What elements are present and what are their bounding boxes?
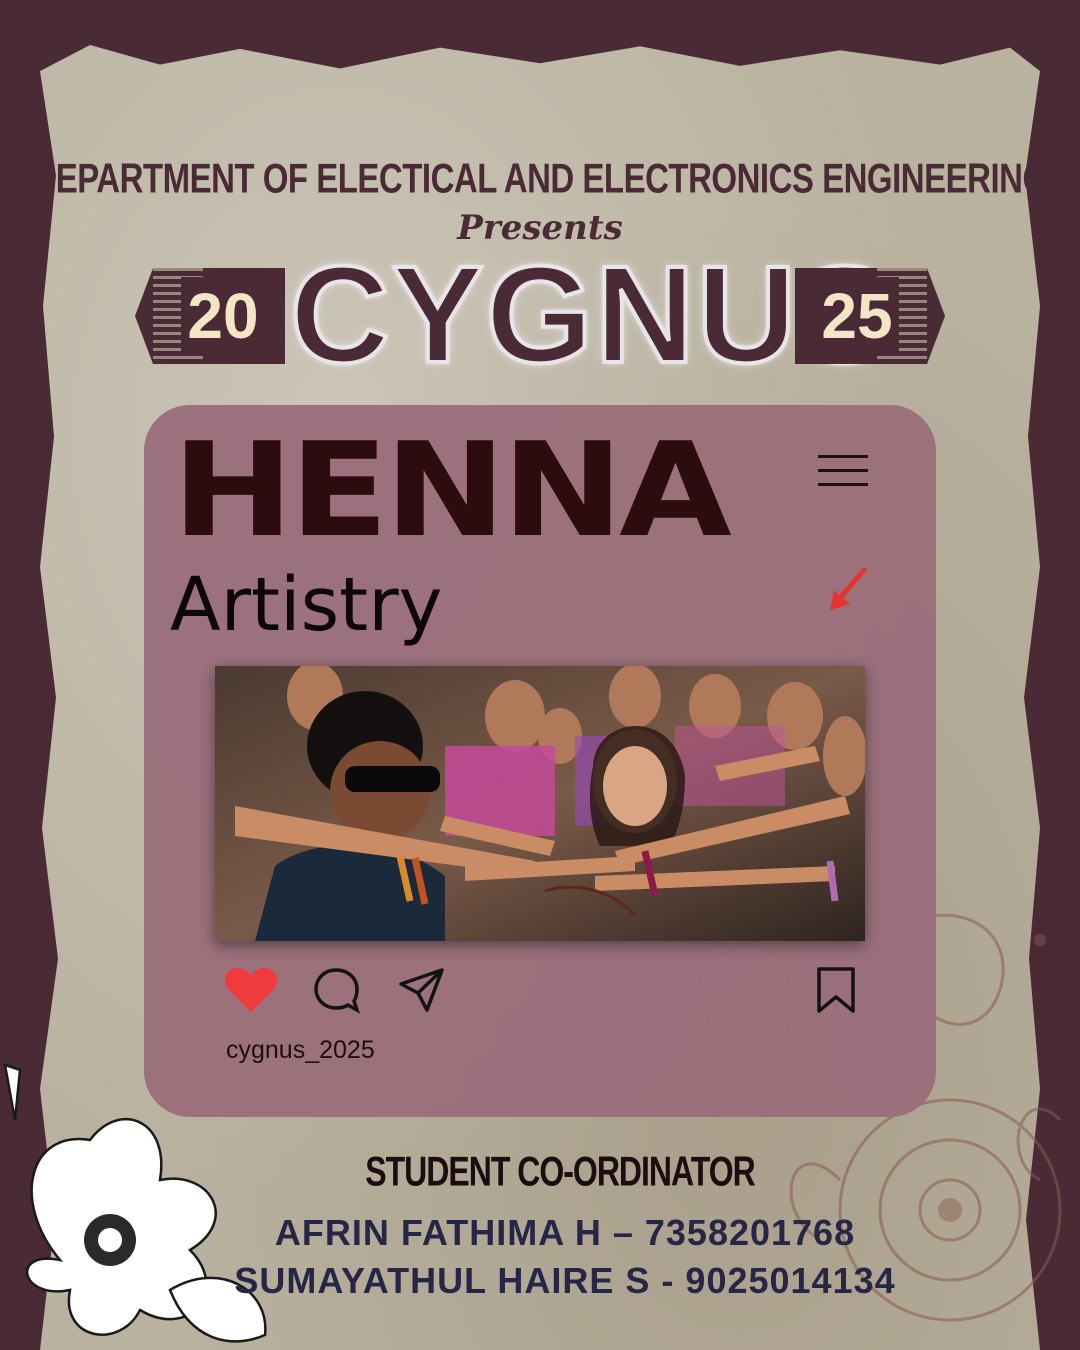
year-badge-right: 25 xyxy=(795,268,945,364)
year-left: 20 xyxy=(181,277,265,355)
post-subtitle: Artistry xyxy=(170,562,443,648)
post-photo xyxy=(215,666,865,941)
post-title: HENNA xyxy=(172,414,732,566)
menu-icon[interactable] xyxy=(818,455,868,486)
year-badge-left: 20 xyxy=(135,268,285,364)
coordinator-2: SUMAYATHUL HAIRE S - 9025014134 xyxy=(234,1260,896,1301)
share-icon[interactable] xyxy=(398,966,446,1014)
coordinator-1: AFRIN FATHIMA H – 7358201768 xyxy=(274,1212,856,1253)
department-name: DEPARTMENT OF ELECTICAL AND ELECTRONICS … xyxy=(32,155,1048,202)
arrow-icon xyxy=(830,567,867,610)
post-username[interactable]: cygnus_2025 xyxy=(226,1036,375,1065)
event-title: CYGNUS xyxy=(288,238,893,392)
year-right: 25 xyxy=(815,277,899,355)
bookmark-icon[interactable] xyxy=(815,966,857,1014)
coordinator-heading: STUDENT CO-ORDINATOR xyxy=(365,1148,755,1195)
heart-icon[interactable] xyxy=(224,966,278,1014)
comment-icon[interactable] xyxy=(312,966,362,1014)
